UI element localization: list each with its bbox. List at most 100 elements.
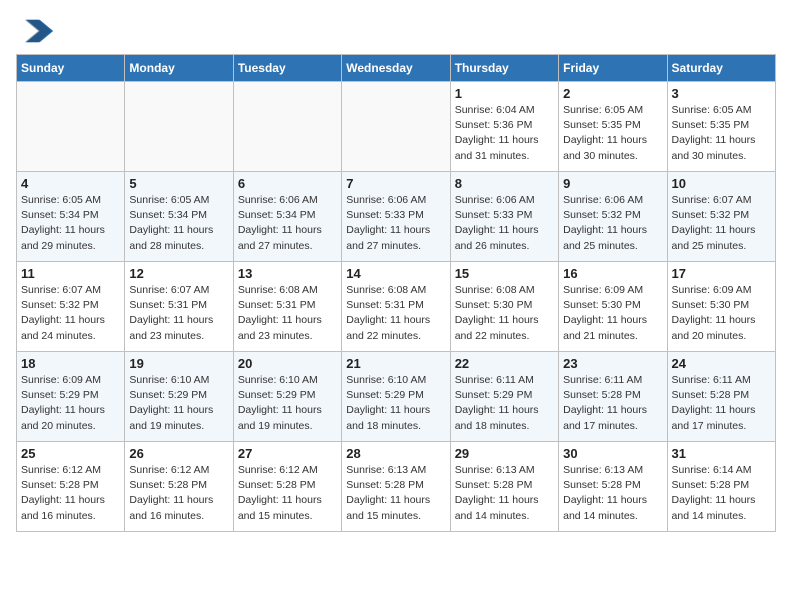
header-row: SundayMondayTuesdayWednesdayThursdayFrid… — [17, 55, 776, 82]
day-cell: 3 Sunrise: 6:05 AM Sunset: 5:35 PM Daylig… — [667, 82, 775, 172]
day-detail: Sunrise: 6:05 AM Sunset: 5:35 PM Dayligh… — [672, 103, 771, 164]
header-tuesday: Tuesday — [233, 55, 341, 82]
day-number: 15 — [455, 266, 554, 281]
day-cell: 12Sunrise: 6:07 AM Sunset: 5:31 PM Dayli… — [125, 262, 233, 352]
day-detail: Sunrise: 6:12 AM Sunset: 5:28 PM Dayligh… — [129, 463, 228, 524]
day-number: 10 — [672, 176, 771, 191]
day-number: 29 — [455, 446, 554, 461]
day-cell: 21 Sunrise: 6:10 AM Sunset: 5:29 PM Dayli… — [342, 352, 450, 442]
day-detail: Sunrise: 6:14 AM Sunset: 5:28 PM Dayligh… — [672, 463, 771, 524]
day-detail: Sunrise: 6:10 AM Sunset: 5:29 PM Dayligh… — [346, 373, 445, 434]
day-number: 21 — [346, 356, 445, 371]
day-number: 31 — [672, 446, 771, 461]
day-detail: Sunrise: 6:11 AM Sunset: 5:28 PM Dayligh… — [563, 373, 662, 434]
day-cell: 1 Sunrise: 6:04 AM Sunset: 5:36 PM Daylig… — [450, 82, 558, 172]
day-number: 30 — [563, 446, 662, 461]
day-cell: 27 Sunrise: 6:12 AM Sunset: 5:28 PM Dayli… — [233, 442, 341, 532]
week-row-5: 25 Sunrise: 6:12 AM Sunset: 5:28 PM Dayli… — [17, 442, 776, 532]
day-number: 27 — [238, 446, 337, 461]
day-cell: 9 Sunrise: 6:06 AM Sunset: 5:32 PM Daylig… — [559, 172, 667, 262]
day-detail: Sunrise: 6:05 AM Sunset: 5:34 PM Dayligh… — [129, 193, 228, 254]
day-cell: 2 Sunrise: 6:05 AM Sunset: 5:35 PM Daylig… — [559, 82, 667, 172]
week-row-1: 1 Sunrise: 6:04 AM Sunset: 5:36 PM Daylig… — [17, 82, 776, 172]
day-detail: Sunrise: 6:07 AM Sunset: 5:32 PM Dayligh… — [672, 193, 771, 254]
day-cell: 7Sunrise: 6:06 AM Sunset: 5:33 PM Daylig… — [342, 172, 450, 262]
day-detail: Sunrise: 6:08 AM Sunset: 5:31 PM Dayligh… — [346, 283, 445, 344]
header-monday: Monday — [125, 55, 233, 82]
day-number: 1 — [455, 86, 554, 101]
day-detail: Sunrise: 6:11 AM Sunset: 5:28 PM Dayligh… — [672, 373, 771, 434]
day-number: 6 — [238, 176, 337, 191]
day-number: 3 — [672, 86, 771, 101]
day-cell: 28 Sunrise: 6:13 AM Sunset: 5:28 PM Dayli… — [342, 442, 450, 532]
day-number: 19 — [129, 356, 228, 371]
day-detail: Sunrise: 6:06 AM Sunset: 5:34 PM Dayligh… — [238, 193, 337, 254]
day-cell: 30 Sunrise: 6:13 AM Sunset: 5:28 PM Dayli… — [559, 442, 667, 532]
day-cell: 24 Sunrise: 6:11 AM Sunset: 5:28 PM Dayli… — [667, 352, 775, 442]
calendar-table: SundayMondayTuesdayWednesdayThursdayFrid… — [16, 54, 776, 532]
header-friday: Friday — [559, 55, 667, 82]
day-cell: 14 Sunrise: 6:08 AM Sunset: 5:31 PM Dayli… — [342, 262, 450, 352]
day-detail: Sunrise: 6:13 AM Sunset: 5:28 PM Dayligh… — [346, 463, 445, 524]
day-cell: 13 Sunrise: 6:08 AM Sunset: 5:31 PM Dayli… — [233, 262, 341, 352]
day-number: 2 — [563, 86, 662, 101]
day-cell — [17, 82, 125, 172]
day-detail: Sunrise: 6:05 AM Sunset: 5:34 PM Dayligh… — [21, 193, 120, 254]
day-number: 12 — [129, 266, 228, 281]
day-number: 24 — [672, 356, 771, 371]
day-detail: Sunrise: 6:09 AM Sunset: 5:29 PM Dayligh… — [21, 373, 120, 434]
day-number: 16 — [563, 266, 662, 281]
day-detail: Sunrise: 6:07 AM Sunset: 5:32 PM Dayligh… — [21, 283, 120, 344]
day-number: 4 — [21, 176, 120, 191]
day-number: 28 — [346, 446, 445, 461]
day-number: 17 — [672, 266, 771, 281]
day-number: 13 — [238, 266, 337, 281]
day-detail: Sunrise: 6:13 AM Sunset: 5:28 PM Dayligh… — [563, 463, 662, 524]
header-saturday: Saturday — [667, 55, 775, 82]
day-cell — [233, 82, 341, 172]
day-number: 8 — [455, 176, 554, 191]
day-number: 9 — [563, 176, 662, 191]
day-number: 5 — [129, 176, 228, 191]
day-cell — [342, 82, 450, 172]
week-row-3: 11 Sunrise: 6:07 AM Sunset: 5:32 PM Dayli… — [17, 262, 776, 352]
logo-icon — [16, 16, 56, 46]
day-cell: 8 Sunrise: 6:06 AM Sunset: 5:33 PM Daylig… — [450, 172, 558, 262]
day-number: 25 — [21, 446, 120, 461]
day-detail: Sunrise: 6:09 AM Sunset: 5:30 PM Dayligh… — [563, 283, 662, 344]
day-number: 7 — [346, 176, 445, 191]
day-cell: 19 Sunrise: 6:10 AM Sunset: 5:29 PM Dayli… — [125, 352, 233, 442]
day-cell: 10 Sunrise: 6:07 AM Sunset: 5:32 PM Dayli… — [667, 172, 775, 262]
day-detail: Sunrise: 6:12 AM Sunset: 5:28 PM Dayligh… — [238, 463, 337, 524]
day-cell: 18Sunrise: 6:09 AM Sunset: 5:29 PM Dayli… — [17, 352, 125, 442]
page-header — [16, 16, 776, 46]
day-cell: 4 Sunrise: 6:05 AM Sunset: 5:34 PM Daylig… — [17, 172, 125, 262]
day-detail: Sunrise: 6:06 AM Sunset: 5:32 PM Dayligh… — [563, 193, 662, 254]
header-wednesday: Wednesday — [342, 55, 450, 82]
day-cell: 29Sunrise: 6:13 AM Sunset: 5:28 PM Dayli… — [450, 442, 558, 532]
day-number: 11 — [21, 266, 120, 281]
day-detail: Sunrise: 6:04 AM Sunset: 5:36 PM Dayligh… — [455, 103, 554, 164]
logo — [16, 16, 56, 46]
week-row-2: 4 Sunrise: 6:05 AM Sunset: 5:34 PM Daylig… — [17, 172, 776, 262]
day-cell: 22 Sunrise: 6:11 AM Sunset: 5:29 PM Dayli… — [450, 352, 558, 442]
day-cell: 17 Sunrise: 6:09 AM Sunset: 5:30 PM Dayli… — [667, 262, 775, 352]
day-detail: Sunrise: 6:05 AM Sunset: 5:35 PM Dayligh… — [563, 103, 662, 164]
day-detail: Sunrise: 6:11 AM Sunset: 5:29 PM Dayligh… — [455, 373, 554, 434]
day-cell: 20Sunrise: 6:10 AM Sunset: 5:29 PM Dayli… — [233, 352, 341, 442]
day-cell: 11 Sunrise: 6:07 AM Sunset: 5:32 PM Dayli… — [17, 262, 125, 352]
day-cell: 5 Sunrise: 6:05 AM Sunset: 5:34 PM Daylig… — [125, 172, 233, 262]
day-number: 20 — [238, 356, 337, 371]
header-sunday: Sunday — [17, 55, 125, 82]
header-thursday: Thursday — [450, 55, 558, 82]
day-number: 26 — [129, 446, 228, 461]
day-number: 22 — [455, 356, 554, 371]
day-detail: Sunrise: 6:06 AM Sunset: 5:33 PM Dayligh… — [455, 193, 554, 254]
day-detail: Sunrise: 6:10 AM Sunset: 5:29 PM Dayligh… — [129, 373, 228, 434]
day-number: 14 — [346, 266, 445, 281]
day-detail: Sunrise: 6:09 AM Sunset: 5:30 PM Dayligh… — [672, 283, 771, 344]
week-row-4: 18Sunrise: 6:09 AM Sunset: 5:29 PM Dayli… — [17, 352, 776, 442]
day-cell: 16 Sunrise: 6:09 AM Sunset: 5:30 PM Dayli… — [559, 262, 667, 352]
day-cell: 6 Sunrise: 6:06 AM Sunset: 5:34 PM Daylig… — [233, 172, 341, 262]
day-detail: Sunrise: 6:08 AM Sunset: 5:31 PM Dayligh… — [238, 283, 337, 344]
